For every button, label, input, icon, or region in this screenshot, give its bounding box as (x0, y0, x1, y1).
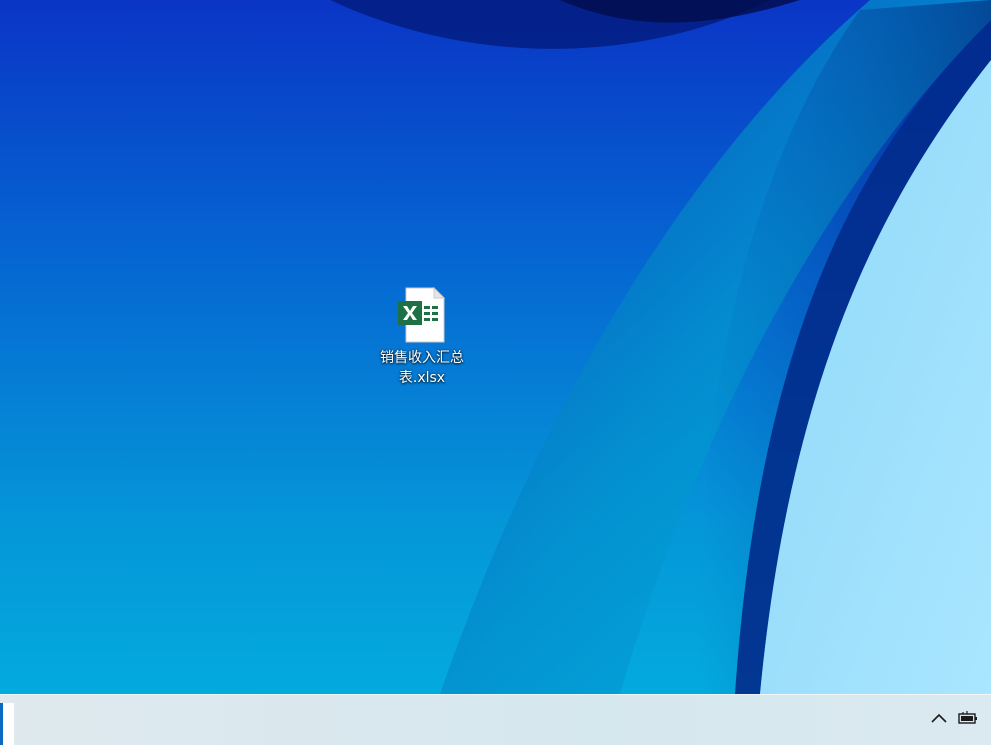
show-hidden-icons-button[interactable] (926, 705, 952, 731)
wallpaper (0, 0, 991, 745)
battery-icon (958, 711, 977, 724)
taskbar (0, 694, 991, 745)
desktop-icon-excel-file[interactable]: 销售收入汇总表.xlsx (366, 284, 478, 388)
desktop[interactable]: 销售收入汇总表.xlsx (0, 0, 991, 745)
excel-file-icon (398, 286, 446, 343)
taskbar-start-edge[interactable] (0, 703, 14, 745)
battery-button[interactable] (955, 705, 981, 731)
desktop-icon-label: 销售收入汇总表.xlsx (380, 350, 464, 386)
chevron-up-icon (931, 713, 947, 723)
